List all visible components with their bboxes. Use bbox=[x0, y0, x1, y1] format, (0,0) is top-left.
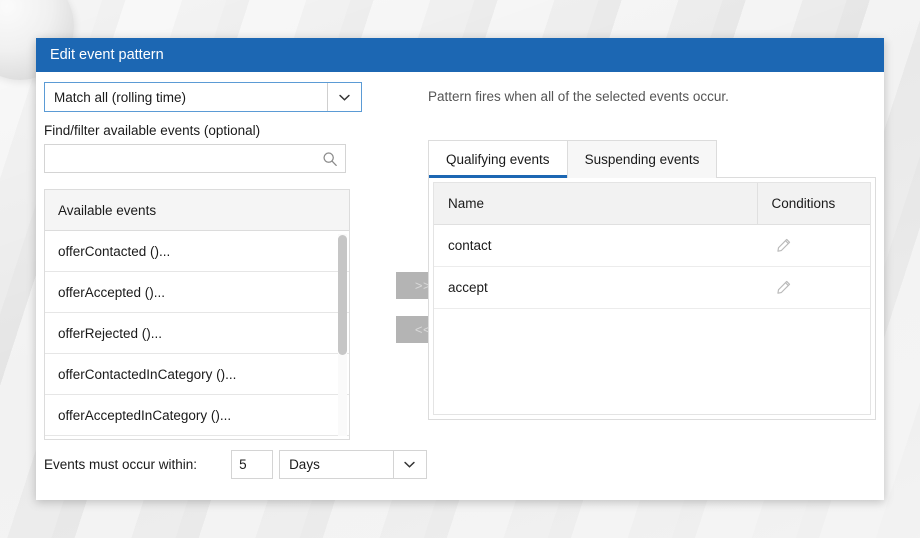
cell-conditions[interactable] bbox=[757, 266, 870, 308]
list-item[interactable]: offerContactedInCategory ()... bbox=[45, 354, 349, 395]
tab-suspending-events[interactable]: Suspending events bbox=[567, 140, 718, 178]
match-mode-select[interactable]: Match all (rolling time) bbox=[44, 82, 362, 112]
edit-event-pattern-dialog: Edit event pattern Match all (rolling ti… bbox=[36, 38, 884, 500]
list-scrollbar-thumb[interactable] bbox=[338, 235, 347, 355]
tab-label: Qualifying events bbox=[446, 152, 550, 167]
cell-name: contact bbox=[434, 224, 757, 266]
chevron-down-icon[interactable] bbox=[328, 83, 361, 111]
cell-name: accept bbox=[434, 266, 757, 308]
table-header-row: Name Conditions bbox=[434, 183, 870, 224]
match-mode-value: Match all (rolling time) bbox=[45, 90, 186, 105]
selected-events-table: Name Conditions contact bbox=[434, 183, 870, 309]
tab-label: Suspending events bbox=[585, 152, 700, 167]
search-input[interactable] bbox=[45, 145, 345, 172]
list-item[interactable]: offerAcceptedInCategory ()... bbox=[45, 395, 349, 436]
tab-qualifying-events[interactable]: Qualifying events bbox=[428, 140, 568, 178]
left-column: Match all (rolling time) Find/filter ava… bbox=[44, 82, 374, 440]
list-item[interactable]: offerRejected ()... bbox=[45, 313, 349, 354]
cell-conditions[interactable] bbox=[757, 224, 870, 266]
available-events-panel: Available events offerContacted ()... of… bbox=[44, 189, 350, 440]
timeframe-amount-input[interactable] bbox=[231, 450, 273, 479]
list-item-label: offerContactedInCategory ()... bbox=[58, 367, 236, 382]
search-icon bbox=[322, 151, 338, 167]
timeframe-unit-select[interactable]: Days bbox=[279, 450, 427, 479]
available-events-list[interactable]: offerContacted ()... offerAccepted ()...… bbox=[45, 231, 349, 439]
list-item-label: offerContacted ()... bbox=[58, 244, 170, 259]
selected-events-panel: Name Conditions contact bbox=[428, 177, 876, 420]
pattern-hint-text: Pattern fires when all of the selected e… bbox=[428, 82, 876, 104]
table-row[interactable]: accept bbox=[434, 266, 870, 308]
dialog-body: Match all (rolling time) Find/filter ava… bbox=[36, 72, 884, 500]
events-tabs: Qualifying events Suspending events bbox=[428, 140, 876, 178]
list-item-label: offerRejected ()... bbox=[58, 326, 162, 341]
column-header-name: Name bbox=[434, 183, 757, 224]
filter-label: Find/filter available events (optional) bbox=[44, 123, 374, 138]
search-input-wrapper[interactable] bbox=[44, 144, 346, 173]
timeframe-label: Events must occur within: bbox=[44, 457, 197, 472]
list-item-label: offerAcceptedInCategory ()... bbox=[58, 408, 231, 423]
selected-events-table-wrapper: Name Conditions contact bbox=[433, 182, 871, 415]
right-column: Pattern fires when all of the selected e… bbox=[428, 82, 876, 421]
pencil-icon[interactable] bbox=[775, 279, 792, 296]
timeframe-row: Events must occur within: Days bbox=[44, 450, 427, 479]
page-title: Edit event pattern bbox=[50, 47, 164, 63]
list-item[interactable]: offerContacted ()... bbox=[45, 231, 349, 272]
table-row[interactable]: contact bbox=[434, 224, 870, 266]
available-events-header: Available events bbox=[45, 190, 349, 231]
list-item-label: offerAccepted ()... bbox=[58, 285, 165, 300]
list-item[interactable]: offerAccepted ()... bbox=[45, 272, 349, 313]
pencil-icon[interactable] bbox=[775, 237, 792, 254]
column-header-conditions: Conditions bbox=[757, 183, 870, 224]
timeframe-unit-value: Days bbox=[280, 457, 320, 472]
dialog-header: Edit event pattern bbox=[36, 38, 884, 72]
chevron-down-icon[interactable] bbox=[393, 451, 426, 478]
